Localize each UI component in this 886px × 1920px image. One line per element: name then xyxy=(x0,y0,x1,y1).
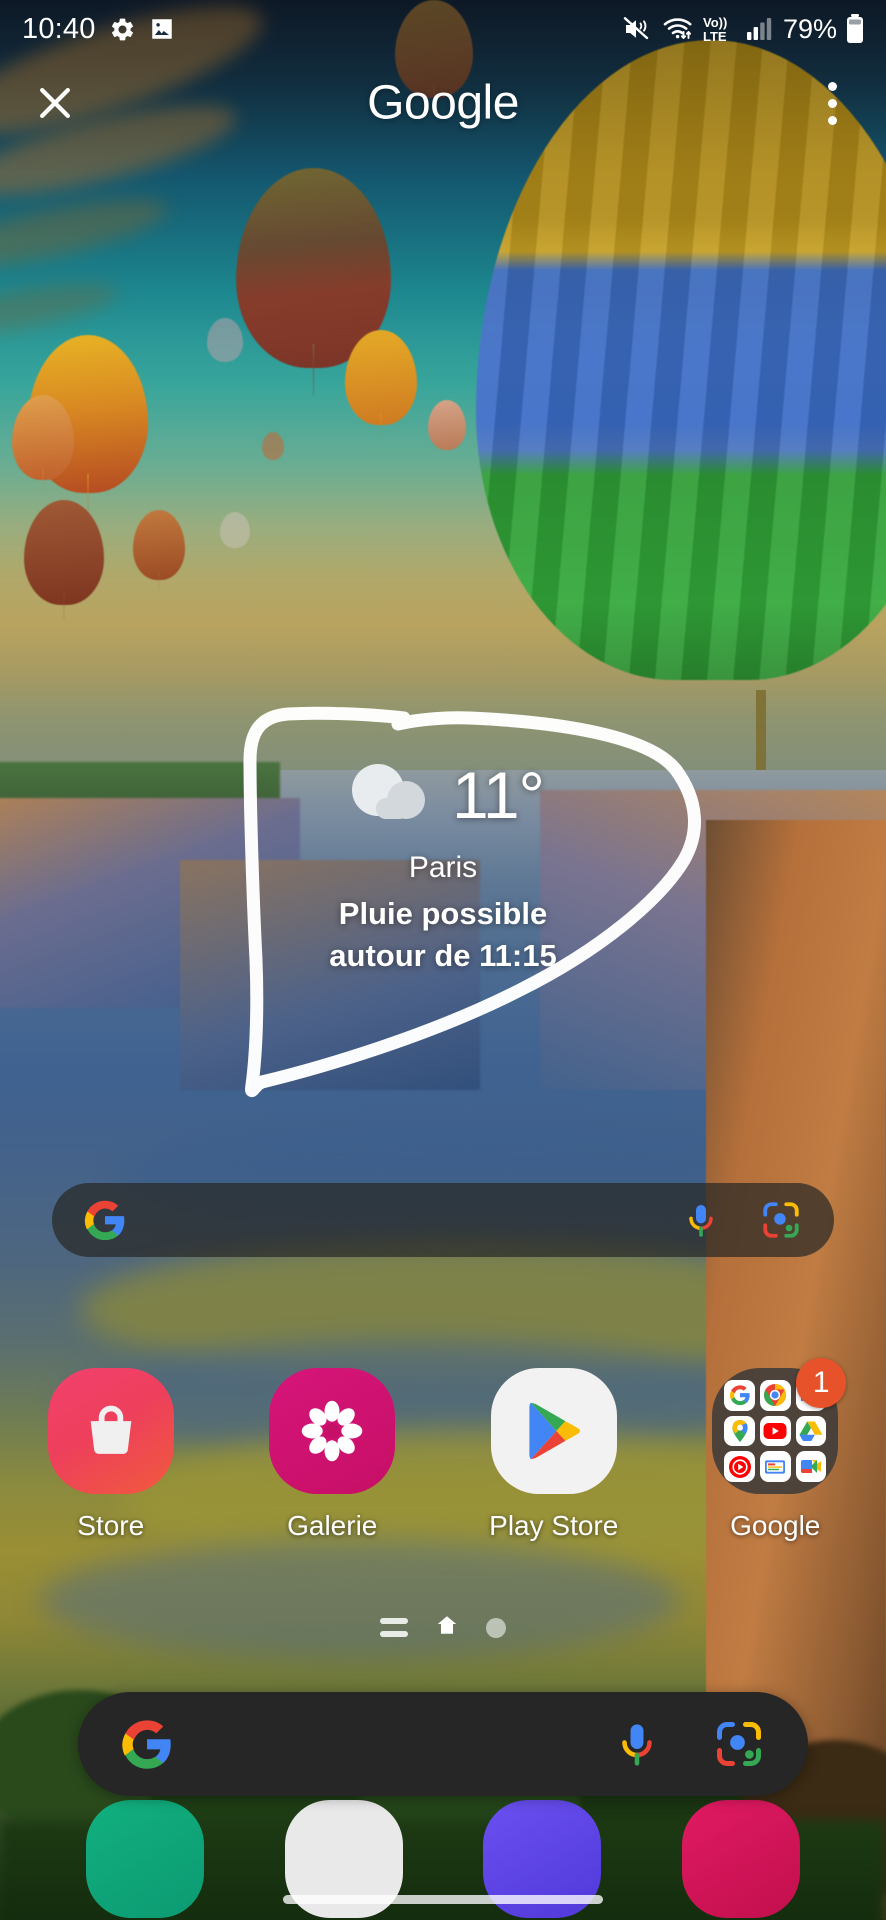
close-icon xyxy=(40,88,70,118)
app-label: Google xyxy=(730,1510,821,1541)
app-list-icon[interactable] xyxy=(380,1618,408,1637)
circle-to-search-input-bar[interactable] xyxy=(78,1692,808,1796)
status-bar-left: 10:40 xyxy=(22,13,175,46)
app-label: Play Store xyxy=(489,1510,619,1541)
app-icon[interactable] xyxy=(269,1368,396,1494)
google-lens-icon[interactable] xyxy=(758,1197,804,1243)
phone-icon xyxy=(86,1800,205,1918)
wallpaper-valley xyxy=(40,1540,680,1660)
page-indicator xyxy=(0,1613,886,1642)
dock-item-camera[interactable] xyxy=(642,1800,841,1918)
more-vertical-icon xyxy=(827,81,837,91)
image-icon xyxy=(149,16,175,42)
page-title: Google xyxy=(367,76,519,130)
battery-icon xyxy=(846,14,864,44)
wifi-icon xyxy=(662,15,694,43)
status-clock: 10:40 xyxy=(22,12,96,45)
wallpaper-balloon xyxy=(133,510,185,580)
weather-main-row: 11° xyxy=(342,757,545,832)
app-grid: Store Galerie Play Store 1 Google xyxy=(0,1358,886,1542)
folder-icon[interactable]: 1 xyxy=(712,1358,847,1494)
svg-text:LTE: LTE xyxy=(703,29,727,44)
battery-percent: 79% xyxy=(782,13,837,44)
youtube-icon xyxy=(759,1415,791,1447)
app-label: Store xyxy=(77,1510,145,1541)
flower-icon xyxy=(269,1368,396,1494)
weather-condition-line2: autour de 11:15 xyxy=(329,938,557,973)
google-search-widget[interactable] xyxy=(52,1183,834,1257)
dock-item-phone[interactable] xyxy=(46,1800,245,1918)
weather-temperature: 11° xyxy=(452,757,545,832)
notification-badge: 1 xyxy=(796,1358,847,1408)
google-g-icon xyxy=(82,1197,128,1243)
weather-city: Paris xyxy=(408,851,478,884)
close-button[interactable] xyxy=(28,76,82,130)
google-search-icon xyxy=(724,1380,755,1411)
wallpaper-balloon xyxy=(428,400,466,450)
shopping-bag-icon xyxy=(47,1368,174,1494)
weather-condition-line1: Pluie possible xyxy=(338,896,548,931)
more-options-button[interactable] xyxy=(808,73,856,133)
google-g-icon xyxy=(118,1715,176,1773)
google-lens-icon[interactable] xyxy=(710,1715,768,1773)
microphone-icon[interactable] xyxy=(608,1715,666,1773)
svg-text:Vo)): Vo)) xyxy=(703,15,727,30)
maps-icon xyxy=(724,1415,755,1447)
page-dot[interactable] xyxy=(486,1617,506,1638)
volte-icon: Vo)) LTE xyxy=(703,14,737,44)
weather-widget[interactable]: 11° Paris Pluie possible autour de 11:15 xyxy=(0,760,886,974)
more-vertical-icon xyxy=(827,98,837,108)
wallpaper-balloon xyxy=(220,512,250,548)
circle-to-search-toolbar: Google xyxy=(0,58,886,148)
google-news-icon xyxy=(759,1451,791,1482)
gear-icon xyxy=(109,16,136,43)
status-bar: 10:40 Vo)) LTE 79% xyxy=(0,0,886,58)
microphone-icon[interactable] xyxy=(678,1197,724,1243)
chrome-icon xyxy=(759,1380,791,1411)
meet-icon xyxy=(795,1451,827,1482)
wallpaper-balloon xyxy=(345,330,417,425)
status-bar-right: Vo)) LTE 79% xyxy=(623,14,864,45)
camera-icon xyxy=(681,1800,800,1918)
app-icon[interactable] xyxy=(47,1368,174,1494)
drive-icon xyxy=(795,1415,827,1447)
app-label: Galerie xyxy=(287,1510,378,1541)
wallpaper-balloon xyxy=(207,318,243,362)
app-item-google-folder[interactable]: 1 Google xyxy=(665,1358,886,1542)
home-icon[interactable] xyxy=(434,1613,460,1642)
app-item-play-store[interactable]: Play Store xyxy=(443,1368,665,1542)
cloud-icon xyxy=(342,760,436,829)
wallpaper-balloon xyxy=(12,395,74,480)
more-vertical-icon xyxy=(827,115,837,125)
app-icon[interactable] xyxy=(490,1368,617,1494)
gesture-navigation-bar[interactable] xyxy=(283,1895,603,1904)
signal-icon xyxy=(746,16,772,42)
mute-vibrate-icon xyxy=(623,15,653,43)
wallpaper-balloon xyxy=(262,432,284,460)
app-item-galerie[interactable]: Galerie xyxy=(222,1368,444,1542)
play-store-icon xyxy=(490,1368,617,1494)
app-item-store[interactable]: Store xyxy=(0,1368,222,1542)
youtube-music-icon xyxy=(724,1451,755,1482)
